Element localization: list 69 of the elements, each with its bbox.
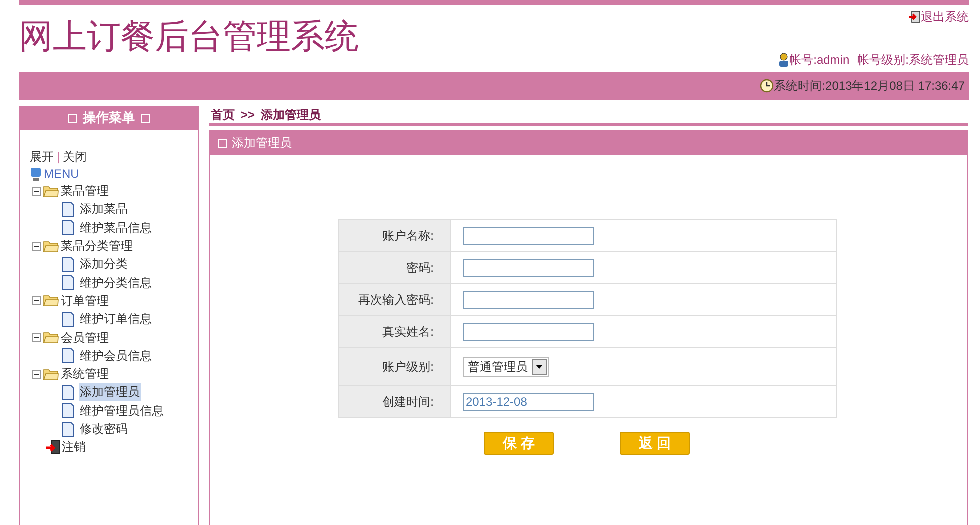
field-label: 真实姓名: — [338, 316, 450, 348]
tree-folder[interactable]: 菜品管理 — [61, 182, 109, 200]
sidebar-header: 操作菜单 — [20, 106, 198, 130]
tree-item[interactable]: 添加菜品 — [79, 200, 129, 218]
collapse-toggle-icon[interactable] — [32, 186, 41, 196]
square-icon — [218, 138, 227, 148]
collapse-link[interactable]: 关闭 — [63, 148, 88, 166]
tree-item[interactable]: 维护会员信息 — [79, 346, 153, 365]
folder-icon — [43, 331, 59, 344]
field-label: 账户级别: — [338, 348, 450, 386]
account-level-text: 帐号级别:系统管理员 — [858, 52, 969, 69]
clock-icon — [760, 79, 774, 93]
logout-link[interactable]: 注销 — [62, 438, 86, 456]
input-field[interactable] — [463, 226, 594, 244]
square-icon — [68, 114, 77, 122]
collapse-toggle-icon[interactable] — [32, 296, 41, 306]
tree-item[interactable]: 维护菜品信息 — [79, 218, 153, 237]
tree-folder[interactable]: 订单管理 — [61, 292, 109, 310]
exit-icon — [46, 440, 61, 454]
breadcrumb-current: 添加管理员 — [261, 106, 322, 124]
exit-icon — [909, 11, 921, 23]
page-icon — [62, 422, 75, 436]
page-icon — [62, 202, 75, 217]
logout-link[interactable]: 退出系统 — [909, 8, 969, 26]
input-field[interactable] — [463, 258, 594, 276]
page-icon — [62, 384, 75, 400]
collapse-toggle-icon[interactable] — [32, 242, 41, 251]
user-icon — [778, 53, 790, 67]
panel-title: 添加管理员 — [232, 135, 292, 152]
level-select[interactable]: 普通管理员 — [463, 356, 549, 376]
folder-icon — [43, 184, 59, 198]
tree-item[interactable]: 维护订单信息 — [79, 310, 153, 328]
tree-item[interactable]: 添加管理员 — [79, 383, 141, 402]
page-icon — [62, 256, 75, 272]
field-label: 创建时间: — [338, 386, 450, 418]
tree-folder[interactable]: 系统管理 — [61, 365, 109, 384]
breadcrumb-separator: >> — [241, 106, 256, 124]
account-text: 帐号:admin — [790, 52, 850, 69]
collapse-toggle-icon[interactable] — [32, 370, 41, 379]
input-field[interactable] — [463, 322, 594, 340]
field-label: 账户名称: — [338, 220, 450, 252]
collapse-toggle-icon[interactable] — [32, 333, 41, 342]
page-icon — [62, 220, 75, 236]
folder-icon — [43, 240, 59, 253]
caret-icon — [536, 364, 543, 368]
folder-icon — [43, 368, 59, 381]
field-label: 密码: — [338, 252, 450, 284]
page-icon — [62, 403, 75, 418]
app-title: 网上订餐后台管理系统 — [19, 17, 359, 59]
folder-icon — [43, 294, 59, 308]
field-label: 再次输入密码: — [338, 284, 450, 316]
page-icon — [62, 348, 75, 364]
expand-link[interactable]: 展开 — [30, 148, 54, 166]
tree-folder[interactable]: 菜品分类管理 — [61, 237, 133, 256]
tree-folder[interactable]: 会员管理 — [61, 328, 109, 347]
tree-root[interactable]: MENU — [44, 165, 80, 183]
system-time: 系统时间:2013年12月08日 17:36:47 — [774, 78, 965, 95]
breadcrumb-link[interactable]: 首页 — [211, 106, 235, 124]
input-field[interactable] — [463, 290, 594, 308]
computer-icon — [30, 166, 42, 182]
tree-item[interactable]: 维护分类信息 — [79, 274, 153, 292]
tree-item[interactable]: 修改密码 — [79, 420, 129, 438]
tree-item[interactable]: 添加分类 — [79, 255, 129, 274]
page-icon — [62, 275, 75, 290]
square-icon — [141, 114, 150, 122]
tree-item[interactable]: 维护管理员信息 — [79, 402, 165, 420]
input-field[interactable]: 2013-12-08 — [463, 392, 594, 410]
separator: | — [57, 149, 60, 166]
page-icon — [62, 312, 75, 327]
